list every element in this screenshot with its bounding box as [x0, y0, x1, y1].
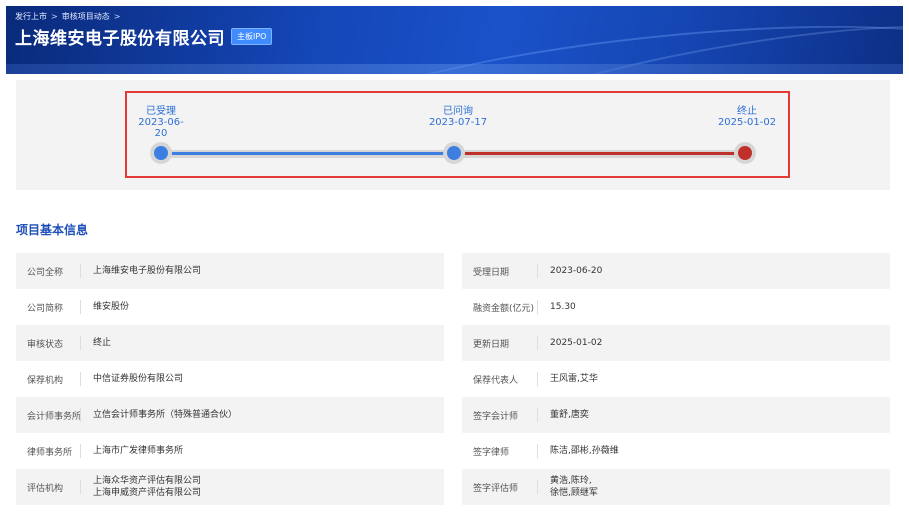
info-value: 2025-01-02: [550, 338, 603, 348]
divider: [80, 336, 81, 350]
info-label: 签字会计师: [473, 411, 519, 422]
divider: [537, 444, 538, 458]
info-row-financing-amount: 融资金额(亿元) 15.30: [462, 289, 890, 325]
info-value: 中信证券股份有限公司: [93, 374, 184, 384]
info-table-right: 受理日期 2023-06-20 融资金额(亿元) 15.30 更新日期 2025…: [462, 253, 890, 505]
info-value: 终止: [93, 338, 112, 348]
info-row-signing-accountant: 签字会计师 董舒,唐奕: [462, 397, 890, 433]
dot-icon: [738, 146, 752, 160]
chevron-right-icon: >: [113, 12, 121, 21]
timeline-dot-inquired: [443, 142, 465, 164]
info-row-accounting-firm: 会计师事务所 立信会计师事务所（特殊普通合伙）: [16, 397, 444, 433]
divider: [80, 444, 81, 458]
timeline-progress-red: [458, 152, 749, 155]
info-label: 公司简称: [27, 303, 64, 314]
divider: [80, 264, 81, 278]
timeline-dot-terminated: [734, 142, 756, 164]
info-value: 王风雷,艾华: [550, 374, 598, 384]
board-tag-badge: 主板IPO: [231, 28, 273, 45]
page-title: 上海维安电子股份有限公司: [15, 29, 225, 49]
info-row-full-name: 公司全称 上海维安电子股份有限公司: [16, 253, 444, 289]
info-value: 上海维安电子股份有限公司: [93, 266, 202, 276]
info-label: 审核状态: [27, 339, 64, 350]
divider: [537, 372, 538, 386]
stage-accepted-name: 已受理: [146, 106, 176, 117]
info-label: 律师事务所: [27, 447, 73, 458]
divider: [537, 336, 538, 350]
info-label: 保荐机构: [27, 375, 64, 386]
info-value: 15.30: [550, 302, 576, 312]
timeline-highlight-box: 已受理 2023-06-20 已问询 2023-07-17 终止 2025-01…: [125, 91, 790, 178]
header-decoration: [6, 64, 903, 74]
stage-terminated-date: 2025-01-02: [717, 117, 777, 128]
title-row: 上海维安电子股份有限公司 主板IPO: [15, 24, 273, 49]
info-row-review-status: 审核状态 终止: [16, 325, 444, 361]
timeline-progress-blue: [161, 152, 458, 155]
info-label: 更新日期: [473, 339, 510, 350]
stage-inquired: 已问询 2023-07-17: [426, 106, 490, 128]
info-value: 立信会计师事务所（特殊普通合伙）: [93, 410, 238, 420]
info-row-signing-appraiser: 签字评估师 黄浩,陈玲, 徐恺,顾继军: [462, 469, 890, 505]
stage-terminated: 终止 2025-01-02: [717, 106, 777, 128]
info-label: 公司全称: [27, 267, 64, 278]
stage-inquired-name: 已问询: [443, 106, 473, 117]
info-value: 上海市广发律师事务所: [93, 446, 184, 456]
info-value-line: 上海众华资产评估有限公司: [93, 476, 202, 486]
stage-inquired-date: 2023-07-17: [428, 117, 488, 128]
info-label: 签字评估师: [473, 483, 519, 494]
divider: [80, 300, 81, 314]
info-row-sponsor: 保荐机构 中信证券股份有限公司: [16, 361, 444, 397]
info-table-left: 公司全称 上海维安电子股份有限公司 公司简称 维安股份 审核状态 终止 保荐机构…: [16, 253, 444, 505]
stage-terminated-name: 终止: [737, 106, 757, 117]
info-value-line: 徐恺,顾继军: [550, 488, 598, 498]
stage-accepted-date: 2023-06-20: [138, 117, 184, 139]
dot-icon: [154, 146, 168, 160]
info-value: 董舒,唐奕: [550, 410, 589, 420]
info-label: 融资金额(亿元): [473, 303, 535, 314]
stage-accepted: 已受理 2023-06-20: [133, 106, 189, 139]
info-label: 保荐代表人: [473, 375, 519, 386]
breadcrumb: 发行上市 > 审核项目动态 >: [15, 11, 120, 22]
dot-icon: [447, 146, 461, 160]
info-label: 签字律师: [473, 447, 510, 458]
section-title: 项目基本信息: [16, 223, 89, 237]
divider: [80, 480, 81, 494]
divider: [537, 408, 538, 422]
info-row-update-date: 更新日期 2025-01-02: [462, 325, 890, 361]
info-label: 会计师事务所: [27, 411, 82, 422]
info-row-appraisal-firm: 评估机构 上海众华资产评估有限公司 上海申威资产评估有限公司: [16, 469, 444, 505]
page-header: 发行上市 > 审核项目动态 > 上海维安电子股份有限公司 主板IPO: [6, 6, 903, 74]
info-label: 评估机构: [27, 483, 64, 494]
info-row-law-firm: 律师事务所 上海市广发律师事务所: [16, 433, 444, 469]
divider: [80, 372, 81, 386]
info-value-line: 黄浩,陈玲,: [550, 476, 592, 486]
info-row-accept-date: 受理日期 2023-06-20: [462, 253, 890, 289]
info-value: 2023-06-20: [550, 266, 603, 276]
chevron-right-icon: >: [51, 12, 58, 21]
info-row-short-name: 公司简称 维安股份: [16, 289, 444, 325]
info-value: 上海众华资产评估有限公司 上海申威资产评估有限公司: [93, 475, 201, 499]
divider: [537, 264, 538, 278]
breadcrumb-item-review[interactable]: 审核项目动态: [62, 11, 110, 22]
divider: [537, 300, 538, 314]
info-row-signing-lawyer: 签字律师 陈洁,邵彬,孙薇维: [462, 433, 890, 469]
info-label: 受理日期: [473, 267, 510, 278]
timeline-panel: 已受理 2023-06-20 已问询 2023-07-17 终止 2025-01…: [16, 80, 890, 190]
info-value: 维安股份: [93, 302, 130, 312]
info-value-line: 上海申威资产评估有限公司: [93, 488, 202, 498]
info-value: 陈洁,邵彬,孙薇维: [550, 446, 619, 456]
info-value: 黄浩,陈玲, 徐恺,顾继军: [550, 475, 598, 499]
divider: [80, 408, 81, 422]
divider: [537, 480, 538, 494]
info-row-sponsor-rep: 保荐代表人 王风雷,艾华: [462, 361, 890, 397]
breadcrumb-item-listing[interactable]: 发行上市: [15, 11, 47, 22]
timeline-dot-accepted: [150, 142, 172, 164]
